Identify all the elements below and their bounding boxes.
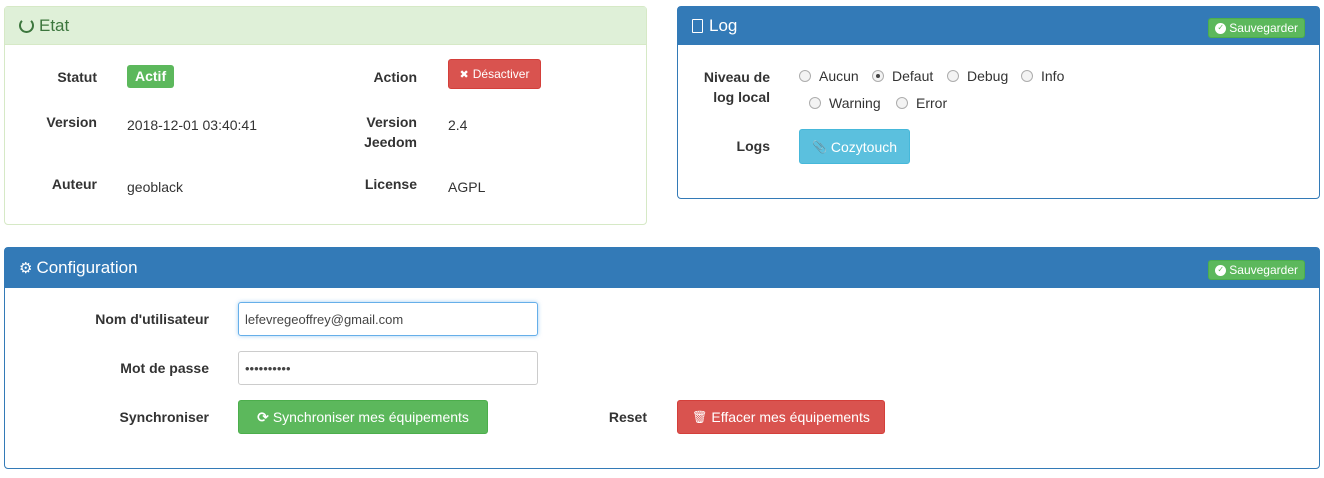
trash-icon: 🗑 [692,410,708,424]
version-jeedom-label: Version Jeedom [364,114,417,150]
configuration-save-button[interactable]: ✓ Sauvegarder [1208,260,1305,280]
refresh-icon: ⟳ [257,408,269,425]
radio-info-circle[interactable] [1021,70,1033,82]
status-badge: Actif [127,65,175,88]
etat-title: Etat [39,15,70,35]
check-circle-icon: ✓ [1215,22,1227,34]
radio-warning-circle[interactable] [809,97,821,109]
username-label: Nom d'utilisateur [95,311,209,327]
radio-error[interactable]: Error [896,95,947,111]
log-panel: Log ✓ Sauvegarder Niveau de log local Au… [677,6,1320,199]
close-icon: ✖ [459,68,469,81]
logs-label: Logs [736,138,770,154]
radio-warning[interactable]: Warning [809,95,881,111]
configuration-title: Configuration [36,258,138,277]
action-label: Action [373,69,417,85]
gears-icon: ⚙ [19,260,33,277]
statut-label: Statut [57,69,97,85]
reset-label: Reset [608,409,647,425]
sync-button[interactable]: ⟳ Synchroniser mes équipements [238,400,488,434]
radio-error-circle[interactable] [896,97,908,109]
refresh-icon [19,18,34,33]
etat-panel: Etat Statut Actif Action ✖ Désactiver Ve… [4,6,647,225]
desactiver-button[interactable]: ✖ Désactiver [448,59,541,89]
log-title: Log [709,16,738,35]
niveau-log-label: Niveau de log local [703,69,770,105]
license-value: AGPL [448,179,486,195]
check-circle-icon: ✓ [1215,264,1227,276]
auteur-label: Auteur [51,176,97,192]
cozytouch-log-button[interactable]: 📎 Cozytouch [799,129,910,164]
password-input[interactable] [238,351,538,385]
radio-debug-circle[interactable] [947,70,959,82]
version-label: Version [46,114,97,130]
radio-aucun[interactable]: Aucun [799,68,859,84]
log-save-button[interactable]: ✓ Sauvegarder [1208,18,1305,38]
paperclip-icon: 📎 [811,139,827,154]
radio-defaut[interactable]: Defaut [872,68,933,84]
radio-info[interactable]: Info [1021,68,1064,84]
etat-panel-header: Etat [5,7,646,45]
version-jeedom-value: 2.4 [448,117,468,133]
reset-button[interactable]: 🗑 Effacer mes équipements [677,400,885,434]
username-input[interactable] [238,302,538,336]
radio-aucun-circle[interactable] [799,70,811,82]
file-icon [692,19,703,33]
configuration-panel-header: ⚙ Configuration [5,248,1319,288]
radio-debug[interactable]: Debug [947,68,1008,84]
version-value: 2018-12-01 03:40:41 [127,117,257,133]
radio-defaut-circle[interactable] [872,70,884,82]
configuration-panel: ⚙ Configuration ✓ Sauvegarder Nom d'util… [4,247,1320,469]
password-label: Mot de passe [120,360,209,376]
license-label: License [364,176,417,192]
auteur-value: geoblack [127,179,184,195]
sync-label: Synchroniser [119,409,209,425]
